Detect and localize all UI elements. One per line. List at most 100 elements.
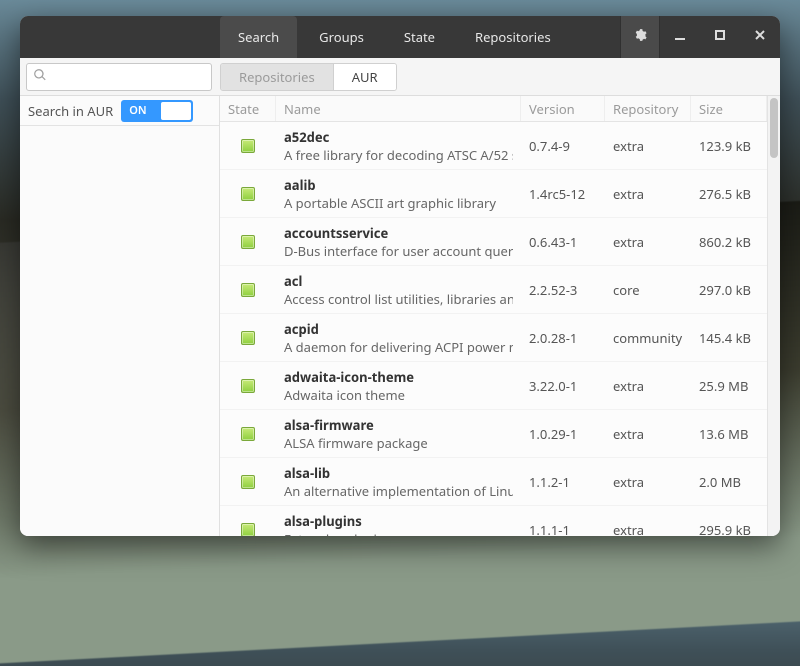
search-in-aur-label: Search in AUR — [28, 102, 113, 120]
package-description: D-Bus interface for user account query a… — [284, 242, 513, 260]
package-size: 145.4 kB — [691, 329, 767, 347]
package-state-cell — [220, 427, 276, 441]
search-input[interactable] — [51, 69, 227, 84]
package-version: 1.1.2-1 — [521, 473, 605, 491]
main-panel: State Name Version Repository Size a52de… — [220, 96, 780, 536]
package-version: 2.2.52-3 — [521, 281, 605, 299]
toggle-on-label: ON — [129, 103, 146, 118]
table-row[interactable]: accountsserviceD-Bus interface for user … — [220, 218, 767, 266]
package-version: 0.7.4-9 — [521, 137, 605, 155]
package-repository: extra — [605, 521, 691, 537]
package-installed-checkbox[interactable] — [241, 523, 255, 537]
table-row[interactable]: adwaita-icon-themeAdwaita icon theme3.22… — [220, 362, 767, 410]
package-size: 276.5 kB — [691, 185, 767, 203]
package-size: 25.9 MB — [691, 377, 767, 395]
tab-repositories[interactable]: Repositories — [457, 16, 569, 58]
package-name: acpid — [284, 320, 513, 338]
package-manager-window: Search Groups State Repositories — [20, 16, 780, 536]
table-row[interactable]: acpidA daemon for delivering ACPI power … — [220, 314, 767, 362]
package-name: adwaita-icon-theme — [284, 368, 513, 386]
maximize-icon — [713, 28, 727, 46]
package-name: alsa-firmware — [284, 416, 513, 434]
package-size: 295.9 kB — [691, 521, 767, 537]
settings-button[interactable] — [620, 16, 660, 58]
col-name[interactable]: Name — [276, 96, 521, 121]
search-input-wrap[interactable] — [26, 63, 212, 91]
package-size: 123.9 kB — [691, 137, 767, 155]
table-row[interactable]: alsa-firmwareALSA firmware package1.0.29… — [220, 410, 767, 458]
package-name-cell: acpidA daemon for delivering ACPI power … — [276, 320, 521, 356]
search-icon — [33, 68, 47, 86]
scrollbar-thumb[interactable] — [770, 98, 778, 158]
package-description: A daemon for delivering ACPI power manag… — [284, 338, 513, 356]
col-size[interactable]: Size — [691, 96, 767, 121]
titlebar-tabs: Search Groups State Repositories — [220, 16, 569, 58]
package-installed-checkbox[interactable] — [241, 235, 255, 249]
close-icon — [753, 28, 767, 46]
tab-state[interactable]: State — [386, 16, 453, 58]
tab-groups[interactable]: Groups — [301, 16, 382, 58]
package-name-cell: aclAccess control list utilities, librar… — [276, 272, 521, 308]
package-repository: extra — [605, 185, 691, 203]
col-version[interactable]: Version — [521, 96, 605, 121]
package-state-cell — [220, 523, 276, 537]
table-row[interactable]: aalibA portable ASCII art graphic librar… — [220, 170, 767, 218]
table-row[interactable]: a52decA free library for decoding ATSC A… — [220, 122, 767, 170]
package-repository: extra — [605, 377, 691, 395]
close-button[interactable] — [740, 16, 780, 58]
package-installed-checkbox[interactable] — [241, 331, 255, 345]
package-installed-checkbox[interactable] — [241, 283, 255, 297]
tab-search[interactable]: Search — [220, 16, 297, 58]
vertical-scrollbar[interactable] — [767, 96, 780, 536]
titlebar-spacer — [20, 16, 220, 58]
subtab-repositories[interactable]: Repositories — [221, 64, 333, 90]
package-state-cell — [220, 331, 276, 345]
package-description: A free library for decoding ATSC A/52 st… — [284, 146, 513, 164]
package-version: 1.4rc5-12 — [521, 185, 605, 203]
col-repository[interactable]: Repository — [605, 96, 691, 121]
package-size: 2.0 MB — [691, 473, 767, 491]
package-description: An alternative implementation of Linux s… — [284, 482, 513, 500]
toolbar: Repositories AUR — [20, 58, 780, 96]
package-repository: extra — [605, 473, 691, 491]
toggle-knob — [161, 102, 191, 120]
package-version: 0.6.43-1 — [521, 233, 605, 251]
package-version: 2.0.28-1 — [521, 329, 605, 347]
subtab-aur[interactable]: AUR — [333, 64, 396, 90]
package-rows: a52decA free library for decoding ATSC A… — [220, 122, 767, 536]
body: Search in AUR ON State Name Version Repo… — [20, 96, 780, 536]
package-installed-checkbox[interactable] — [241, 475, 255, 489]
package-name: aalib — [284, 176, 513, 194]
table-row[interactable]: aclAccess control list utilities, librar… — [220, 266, 767, 314]
sidebar: Search in AUR ON — [20, 96, 220, 536]
minimize-button[interactable] — [660, 16, 700, 58]
package-name-cell: aalibA portable ASCII art graphic librar… — [276, 176, 521, 212]
package-name: alsa-plugins — [284, 512, 513, 530]
package-repository: extra — [605, 137, 691, 155]
package-version: 3.22.0-1 — [521, 377, 605, 395]
package-list: State Name Version Repository Size a52de… — [220, 96, 767, 536]
package-name-cell: alsa-libAn alternative implementation of… — [276, 464, 521, 500]
package-installed-checkbox[interactable] — [241, 187, 255, 201]
maximize-button[interactable] — [700, 16, 740, 58]
package-name-cell: adwaita-icon-themeAdwaita icon theme — [276, 368, 521, 404]
titlebar-flex — [569, 16, 620, 58]
package-state-cell — [220, 379, 276, 393]
package-installed-checkbox[interactable] — [241, 139, 255, 153]
package-description: A portable ASCII art graphic library — [284, 194, 513, 212]
package-installed-checkbox[interactable] — [241, 427, 255, 441]
package-repository: extra — [605, 233, 691, 251]
package-description: Access control list utilities, libraries… — [284, 290, 513, 308]
package-name: a52dec — [284, 128, 513, 146]
search-in-aur-toggle[interactable]: ON — [121, 100, 193, 122]
minimize-icon — [673, 28, 687, 46]
table-row[interactable]: alsa-pluginsExtra alsa plugins1.1.1-1ext… — [220, 506, 767, 536]
package-size: 860.2 kB — [691, 233, 767, 251]
table-row[interactable]: alsa-libAn alternative implementation of… — [220, 458, 767, 506]
package-version: 1.0.29-1 — [521, 425, 605, 443]
titlebar: Search Groups State Repositories — [20, 16, 780, 58]
package-installed-checkbox[interactable] — [241, 379, 255, 393]
package-name-cell: alsa-firmwareALSA firmware package — [276, 416, 521, 452]
col-state[interactable]: State — [220, 96, 276, 121]
package-name: accountsservice — [284, 224, 513, 242]
